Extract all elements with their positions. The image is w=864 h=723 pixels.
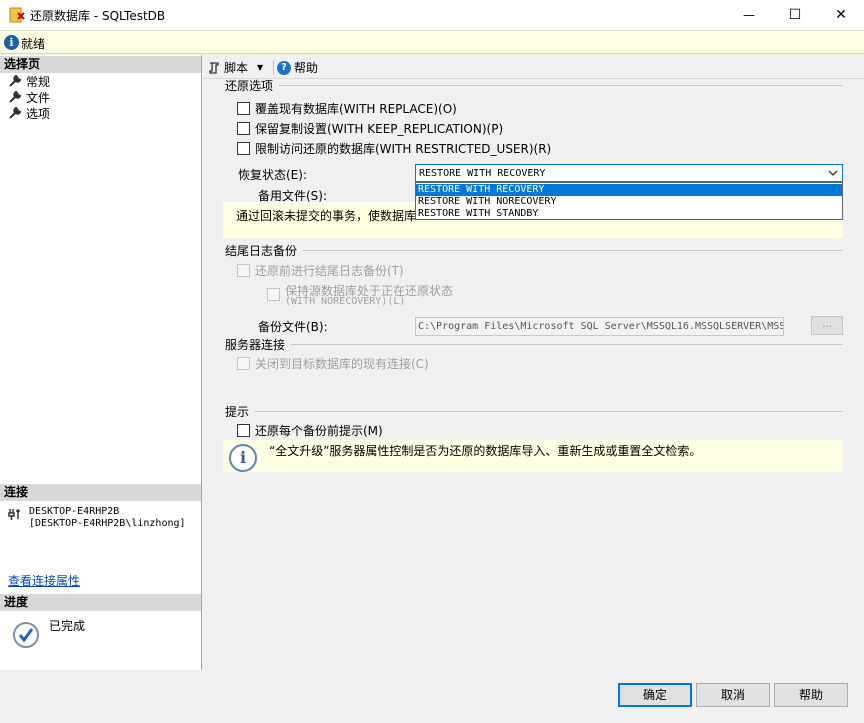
title-bar: 还原数据库 - SQLTestDB — ☐ ✕ [0,0,864,30]
connection-server: DESKTOP-E4RHP2B [29,506,120,517]
recovery-state-select[interactable]: RESTORE WITH RECOVERY [415,164,843,182]
progress-header: 进度 [0,594,201,611]
connection-header: 连接 [0,484,201,501]
close-connections-checkbox[interactable]: 关闭到目标数据库的现有连接(C) [237,355,429,372]
checkbox-box[interactable] [237,264,250,277]
chevron-down-icon[interactable]: ▼ [257,63,263,72]
help-label: 帮助 [294,61,319,75]
backup-file-label: 备份文件(B): [258,320,328,334]
section-title: 提示 [225,404,250,419]
section-title: 还原选项 [225,78,274,93]
database-restore-icon [9,7,25,23]
connection-login: [DESKTOP-E4RHP2B\linzhong] [29,518,186,529]
dropdown-option[interactable]: RESTORE WITH RECOVERY [416,184,842,196]
section-title: 结尾日志备份 [225,243,298,258]
script-icon [209,61,219,74]
restricted-user-checkbox[interactable]: 限制访问还原的数据库(WITH RESTRICTED_USER)(R) [237,140,551,157]
wrench-icon [9,74,22,87]
cancel-button[interactable]: 取消 [696,683,770,707]
checkbox-label: 限制访问还原的数据库(WITH RESTRICTED_USER)(R) [255,142,552,156]
description-text: 通过回滚未提交的事务，使数据库 [236,209,417,223]
help-icon: ? [277,60,291,75]
prompt-before-restore-checkbox[interactable]: 还原每个备份前提示(M) [237,422,383,439]
hint-box: “全文升级”服务器属性控制是否为还原的数据库导入、重新生成或重置全文检索。 [223,440,843,472]
info-icon: i [229,444,257,472]
restore-options-section: 还原选项 [225,77,843,93]
checkbox-label: 保留复制设置(WITH KEEP_REPLICATION)(P) [255,122,504,136]
checkbox-label: 关闭到目标数据库的现有连接(C) [255,357,429,371]
wrench-icon [9,106,22,119]
checkbox-box[interactable] [237,102,250,115]
hint-text: “全文升级”服务器属性控制是否为还原的数据库导入、重新生成或重置全文检索。 [269,444,702,458]
status-bar: i 就绪 [0,30,864,54]
check-circle-icon [13,622,39,648]
select-page-header: 选择页 [0,56,201,73]
recovery-state-label: 恢复状态(E): [238,168,307,182]
connection-icon [8,509,20,520]
toolbar: 脚本 ▼ ? 帮助 [203,56,864,78]
checkbox-label: 还原每个备份前提示(M) [255,424,383,438]
view-connection-properties-link[interactable]: 查看连接属性 [8,572,80,589]
chevron-down-icon [828,170,838,176]
close-button[interactable]: ✕ [818,0,864,30]
checkbox-box[interactable] [237,357,250,370]
script-label: 脚本 [224,61,249,75]
recovery-state-dropdown: RESTORE WITH RECOVERY RESTORE WITH NOREC… [415,182,843,220]
dropdown-option[interactable]: RESTORE WITH STANDBY [416,208,842,220]
left-pane: 选择页 常规 文件 选项 连接 DESKTOP-E4RHP2B [DESKTOP… [0,55,202,670]
prompt-section: 提示 [225,403,843,419]
status-text: 就绪 [21,37,46,51]
tail-log-backup-checkbox[interactable]: 还原前进行结尾日志备份(T) [237,262,404,279]
checkbox-box[interactable] [237,424,250,437]
checkbox-label: 覆盖现有数据库(WITH REPLACE)(O) [255,102,457,116]
dropdown-option[interactable]: RESTORE WITH NORECOVERY [416,196,842,208]
leave-restoring-sublabel: (WITH NORECOVERY)(L) [285,296,406,307]
toolbar-divider [273,60,274,75]
page-label: 选项 [26,106,51,121]
checkbox-box[interactable] [237,122,250,135]
info-icon: i [4,35,19,50]
progress-status: 已完成 [49,619,86,633]
backup-file-input[interactable]: C:\Program Files\Microsoft SQL Server\MS… [415,317,784,336]
checkbox-label: 还原前进行结尾日志备份(T) [255,264,404,278]
leave-restoring-checkbox[interactable] [267,288,280,301]
maximize-button[interactable]: ☐ [772,0,818,30]
checkbox-box[interactable] [267,288,280,301]
overwrite-db-checkbox[interactable]: 覆盖现有数据库(WITH REPLACE)(O) [237,100,457,117]
checkbox-box[interactable] [237,142,250,155]
keep-replication-checkbox[interactable]: 保留复制设置(WITH KEEP_REPLICATION)(P) [237,120,503,137]
minimize-button[interactable]: — [726,0,772,30]
page-options[interactable]: 选项 [8,105,50,121]
backup-file-value: C:\Program Files\Microsoft SQL Server\MS… [418,321,784,332]
page-label: 常规 [26,74,51,89]
page-general[interactable]: 常规 [8,73,50,89]
server-connections-section: 服务器连接 [225,336,843,352]
window-title: 还原数据库 - SQLTestDB [30,9,166,23]
tail-log-section: 结尾日志备份 [225,242,843,258]
ok-button[interactable]: 确定 [618,683,692,707]
selected-value: RESTORE WITH RECOVERY [419,168,546,179]
wrench-icon [9,90,22,103]
script-button[interactable]: 脚本 ▼ [207,59,263,76]
browse-button[interactable]: ... [811,316,843,335]
help-bottom-button[interactable]: 帮助 [774,683,848,707]
help-button[interactable]: ? 帮助 [277,59,318,76]
section-title: 服务器连接 [225,337,286,352]
page-label: 文件 [26,90,51,105]
page-files[interactable]: 文件 [8,89,50,105]
